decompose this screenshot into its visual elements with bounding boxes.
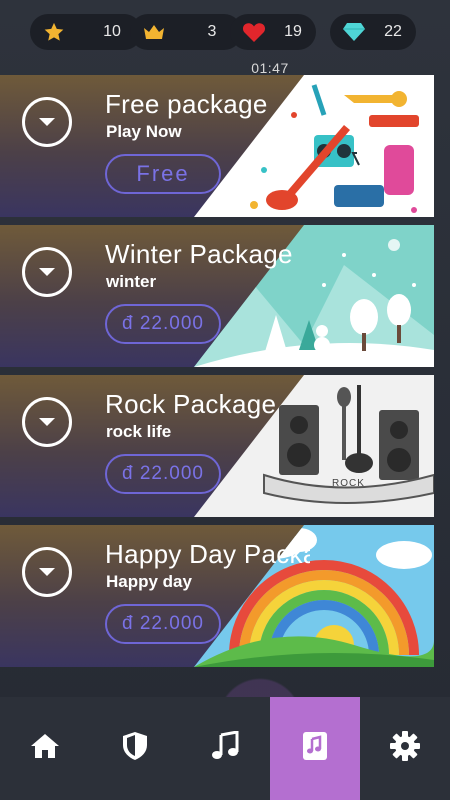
package-title-clip: Happy Day Package — [105, 539, 310, 575]
diamonds-counter[interactable]: 22 — [330, 14, 416, 50]
package-title: Rock Package — [105, 389, 277, 419]
home-icon — [30, 732, 60, 765]
package-subtitle: Happy day — [106, 572, 192, 591]
package-subtitle: Play Now — [106, 122, 182, 141]
shield-icon — [122, 731, 148, 766]
package-title: Happy Day Package — [105, 539, 310, 569]
nav-settings[interactable] — [360, 697, 450, 800]
buy-button[interactable]: đ 22.000 — [105, 454, 221, 494]
heart-timer: 01:47 — [251, 60, 289, 76]
rock-banner-label: ROCK — [332, 478, 365, 489]
nav-music[interactable] — [180, 697, 270, 800]
buy-button[interactable]: đ 22.000 — [105, 604, 221, 644]
crowns-counter[interactable]: 3 — [130, 14, 242, 50]
heart-icon — [242, 21, 266, 43]
free-button[interactable]: Free — [105, 154, 221, 194]
status-bar: 10 3 19 22 01:47 — [0, 14, 450, 76]
hearts-counter[interactable]: 19 — [230, 14, 316, 50]
hearts-value: 19 — [284, 23, 302, 40]
stars-counter[interactable]: 10 — [30, 14, 142, 50]
nav-home[interactable] — [0, 697, 90, 800]
package-subtitle: rock life — [106, 422, 172, 441]
package-card[interactable]: Winter Package winter đ 22.000 — [0, 225, 434, 367]
music-note-icon — [211, 730, 239, 766]
diamonds-value: 22 — [384, 23, 402, 40]
package-title: Winter Package — [105, 239, 293, 269]
package-card[interactable]: ROCK Rock Package rock life đ 22.000 — [0, 375, 434, 517]
diamond-icon — [342, 21, 366, 43]
package-subtitle: winter — [106, 272, 157, 291]
chevron-down-icon[interactable] — [22, 397, 72, 447]
chevron-down-icon[interactable] — [22, 247, 72, 297]
nav-shield[interactable] — [90, 697, 180, 800]
nav-songs[interactable] — [270, 697, 360, 800]
package-title: Free package — [105, 89, 268, 119]
buy-button[interactable]: đ 22.000 — [105, 304, 221, 344]
gear-icon — [389, 730, 421, 767]
chevron-down-icon[interactable] — [22, 97, 72, 147]
crown-icon — [142, 21, 166, 43]
package-card[interactable]: Happy Day Package Happy day đ 22.000 — [0, 525, 434, 667]
package-card[interactable]: Free package Play Now Free — [0, 75, 434, 217]
chevron-down-icon[interactable] — [22, 547, 72, 597]
music-file-icon — [302, 731, 328, 766]
star-icon — [42, 21, 66, 43]
bottom-nav — [0, 697, 450, 800]
